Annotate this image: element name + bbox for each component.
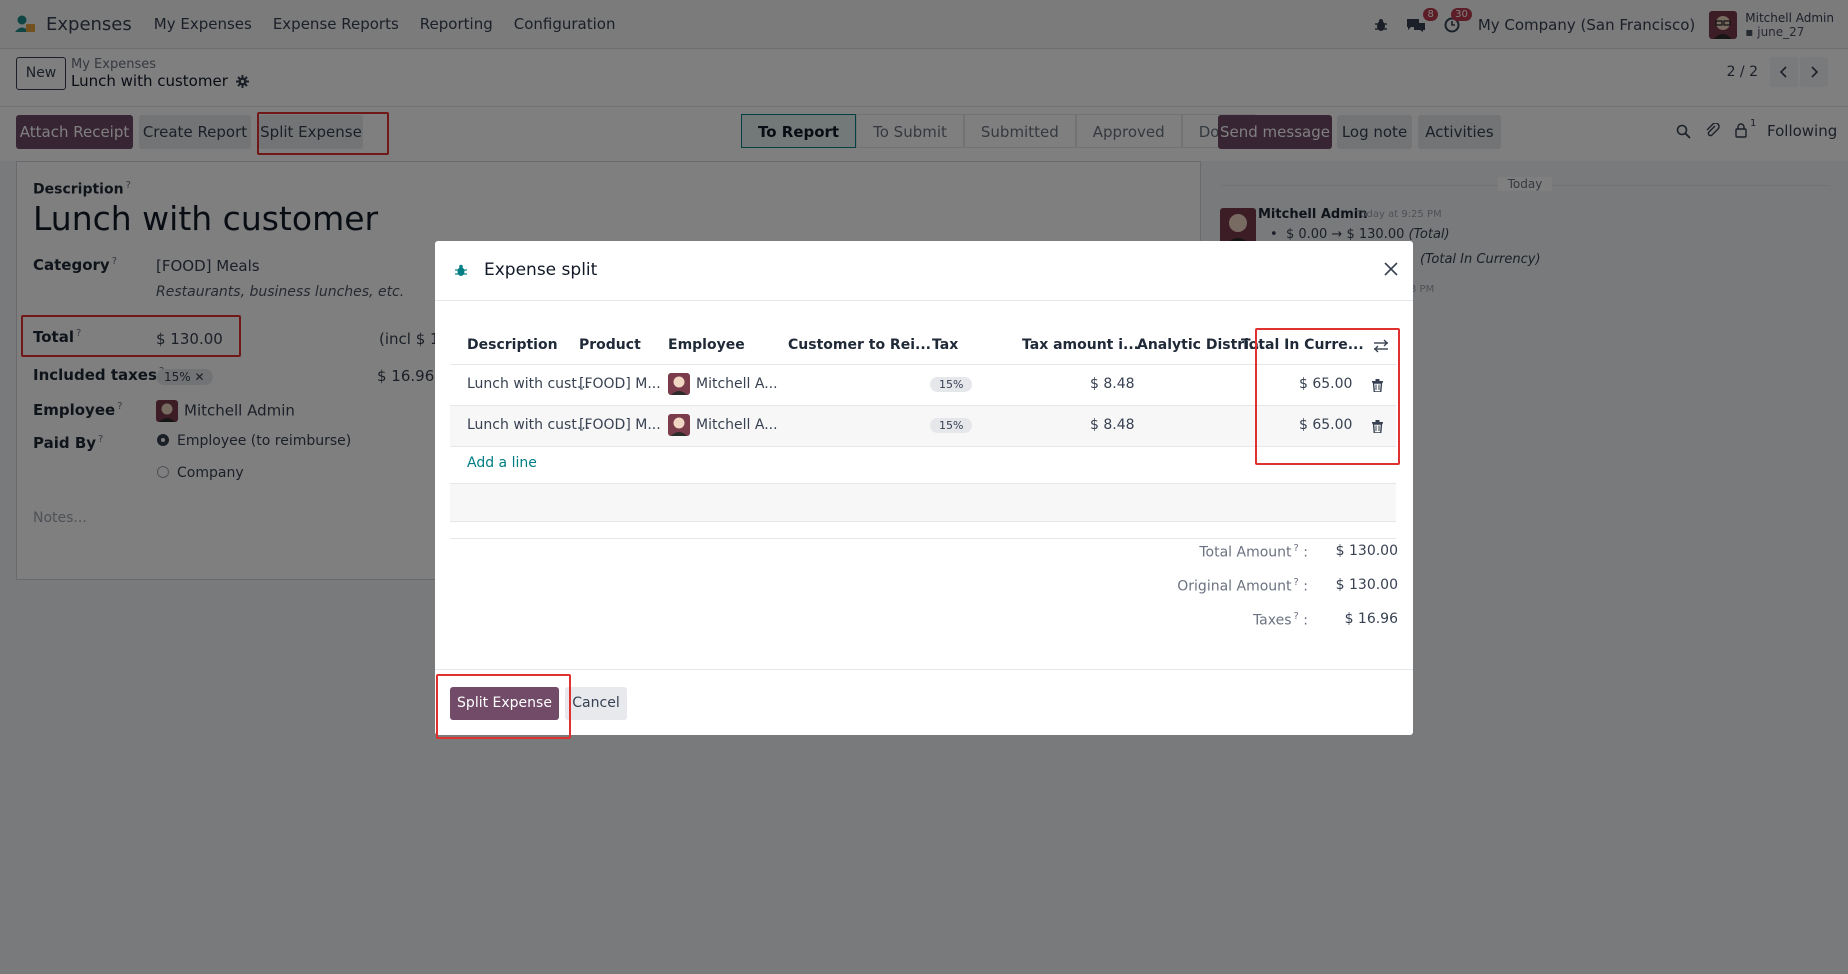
- total-amount-value: $ 130.00: [1335, 543, 1398, 559]
- employee-avatar: [668, 414, 690, 436]
- col-customer-to-reinvoice[interactable]: Customer to Rei...: [788, 337, 931, 353]
- taxes-value: $ 16.96: [1344, 611, 1398, 627]
- row-product[interactable]: [FOOD] M...: [579, 376, 661, 392]
- row-description[interactable]: Lunch with cust...: [467, 417, 590, 433]
- row-product[interactable]: [FOOD] M...: [579, 417, 661, 433]
- total-amount-label: Total Amount? :: [1199, 543, 1308, 561]
- totals-separator: [450, 538, 1396, 539]
- row-tax-amount: $ 8.48: [1090, 417, 1135, 433]
- original-amount-value: $ 130.00: [1335, 577, 1398, 593]
- taxes-label: Taxes? :: [1252, 611, 1308, 629]
- modal-footer-separator: [435, 669, 1413, 670]
- col-description[interactable]: Description: [467, 337, 558, 353]
- close-icon[interactable]: [1383, 261, 1399, 277]
- row-employee[interactable]: Mitchell A...: [668, 414, 778, 436]
- debug-bug-icon: [455, 264, 467, 276]
- modal-header: Expense split: [435, 241, 1413, 301]
- col-tax[interactable]: Tax: [932, 337, 958, 353]
- add-a-line-link[interactable]: Add a line: [467, 455, 537, 471]
- row-tax-amount: $ 8.48: [1090, 376, 1135, 392]
- row-tax-tag[interactable]: 15%: [930, 377, 973, 392]
- employee-avatar: [668, 373, 690, 395]
- highlight-split-expense-button: [436, 674, 571, 739]
- original-amount-label: Original Amount? :: [1177, 577, 1308, 595]
- modal-title: Expense split: [484, 260, 598, 280]
- highlight-total-in-currency-column: [1255, 328, 1400, 465]
- row-description[interactable]: Lunch with cust...: [467, 376, 590, 392]
- cancel-button[interactable]: Cancel: [565, 687, 627, 720]
- col-product[interactable]: Product: [579, 337, 641, 353]
- empty-row: [450, 484, 1396, 522]
- expense-split-dialog: Expense split Description Product Employ…: [435, 241, 1413, 735]
- row-tax-tag[interactable]: 15%: [930, 418, 973, 433]
- col-tax-amount[interactable]: Tax amount i...: [1022, 337, 1139, 353]
- row-employee[interactable]: Mitchell A...: [668, 373, 778, 395]
- col-employee[interactable]: Employee: [668, 337, 745, 353]
